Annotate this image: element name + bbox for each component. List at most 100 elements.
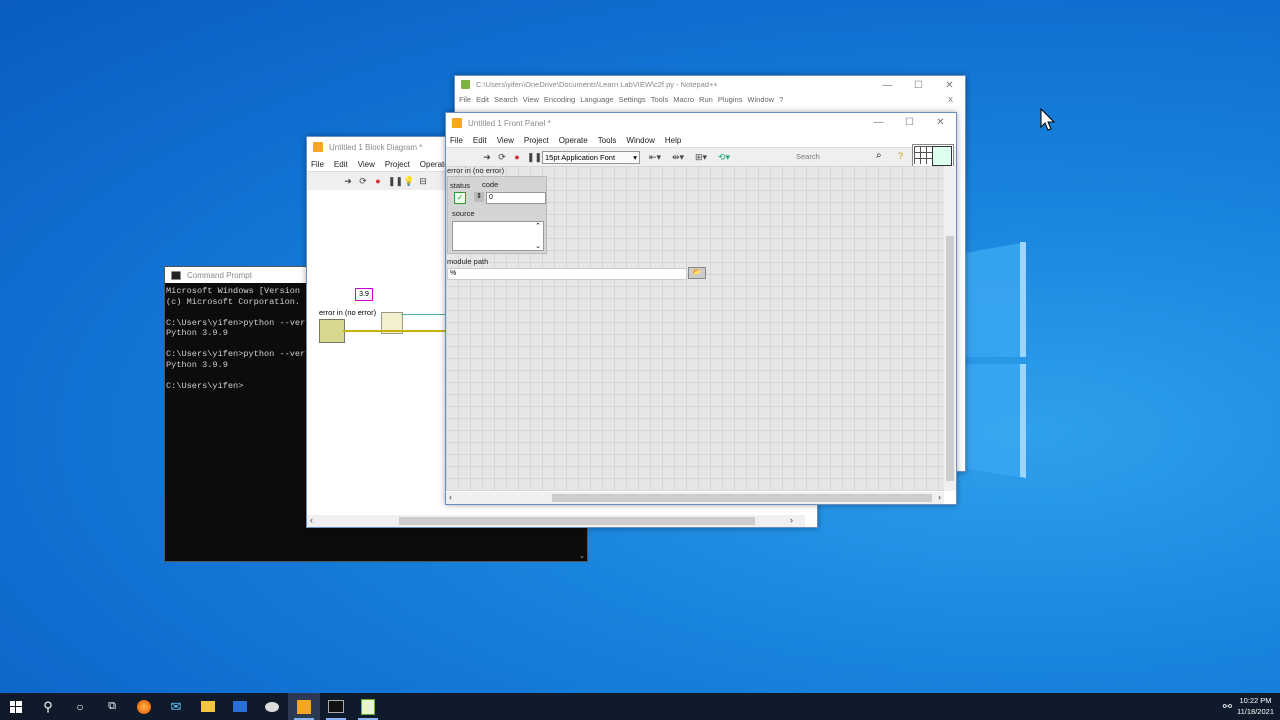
font-select[interactable]: 15pt Application Font ▾ — [542, 150, 640, 164]
close-button[interactable]: ✕ — [934, 76, 965, 96]
menu-tools[interactable]: Tools — [598, 136, 617, 145]
fp-horizontal-scrollbar[interactable]: ‹ › — [446, 492, 944, 504]
run-arrow-icon[interactable]: ➜ — [343, 176, 353, 186]
search-icon[interactable]: ⌕ — [876, 150, 882, 161]
menu-file[interactable]: File — [459, 95, 471, 104]
menu-language[interactable]: Language — [580, 95, 613, 104]
maximize-button[interactable]: ☐ — [894, 113, 925, 133]
fp-titlebar[interactable]: Untitled 1 Front Panel * — ☐ ✕ — [446, 113, 956, 133]
labview-taskbar-button[interactable] — [288, 693, 320, 720]
task-view-icon: ⧉ — [108, 700, 116, 712]
code-increment-icon[interactable]: ⇕ — [474, 192, 484, 202]
fp-vertical-scrollbar[interactable] — [944, 166, 956, 491]
distribute-objects-icon[interactable]: ⇹▾ — [669, 152, 687, 162]
clock[interactable]: 10:22 PM 11/18/2021 — [1237, 695, 1274, 717]
scroll-down-arrow-icon[interactable]: ⌄ — [579, 552, 585, 560]
mail-taskbar-button[interactable]: ✉ — [160, 693, 192, 720]
maximize-button[interactable]: ☐ — [903, 76, 934, 96]
app-taskbar-button[interactable] — [256, 693, 288, 720]
menu-run[interactable]: Run — [699, 95, 713, 104]
front-panel-window[interactable]: Untitled 1 Front Panel * — ☐ ✕ File Edit V… — [445, 112, 957, 505]
menu-view[interactable]: View — [523, 95, 539, 104]
source-textbox[interactable]: ⌃ ⌄ — [452, 221, 544, 251]
error-cluster-terminal[interactable] — [319, 319, 345, 343]
scroll-down-arrow-icon[interactable]: ⌄ — [535, 242, 541, 250]
menu-view[interactable]: View — [497, 136, 514, 145]
firefox-taskbar-button[interactable] — [128, 693, 160, 720]
menu-edit[interactable]: Edit — [473, 136, 487, 145]
run-arrow-icon[interactable]: ➜ — [482, 152, 492, 162]
taskbar: ⚲ ○ ⧉ ✉ ⚯ 10:22 PM 11/18/2021 — [0, 693, 1280, 720]
run-continuous-icon[interactable]: ⟳ — [358, 176, 368, 186]
folder-icon — [201, 701, 215, 712]
minimize-button[interactable]: — — [863, 113, 894, 133]
network-icon[interactable]: ⚯ — [1223, 700, 1232, 713]
menu-help[interactable]: ? — [779, 95, 783, 104]
menu-edit[interactable]: Edit — [334, 160, 348, 169]
pause-icon[interactable]: ❚❚ — [527, 152, 542, 162]
menu-edit[interactable]: Edit — [476, 95, 489, 104]
retain-wire-values-icon[interactable]: ⊟ — [418, 176, 428, 186]
browse-folder-icon[interactable]: 📂 — [688, 267, 706, 279]
labview-icon — [313, 142, 323, 152]
menu-macro[interactable]: Macro — [673, 95, 694, 104]
notepadpp-icon — [361, 698, 375, 715]
cortana-button[interactable]: ○ — [64, 693, 96, 720]
code-field[interactable]: 0 — [486, 192, 546, 204]
minimize-button[interactable]: — — [872, 76, 903, 96]
menu-operate[interactable]: Operate — [559, 136, 588, 145]
task-view-button[interactable]: ⧉ — [96, 693, 128, 720]
close-document-x[interactable]: X — [948, 95, 953, 104]
mail-icon: ✉ — [170, 698, 182, 714]
menu-window[interactable]: Window — [626, 136, 654, 145]
pause-icon[interactable]: ❚❚ — [388, 176, 403, 186]
menu-help[interactable]: Help — [665, 136, 681, 145]
fp-toolbar: ➜ ⟳ ● ❚❚ 15pt Application Font ▾ ⇤▾ ⇹▾ ⊞… — [446, 144, 956, 168]
menu-search[interactable]: Search — [494, 95, 518, 104]
close-button[interactable]: ✕ — [925, 113, 956, 133]
menu-file[interactable]: File — [311, 160, 324, 169]
search-input[interactable]: Search — [796, 151, 886, 162]
resize-objects-icon[interactable]: ⊞▾ — [692, 152, 710, 162]
vi-icon-pane[interactable] — [912, 144, 954, 168]
status-checkmark-icon[interactable]: ✓ — [454, 192, 466, 204]
clock-date: 11/18/2021 — [1237, 707, 1274, 716]
scroll-up-arrow-icon[interactable]: ⌃ — [535, 222, 541, 230]
notepad-icon — [461, 79, 470, 89]
search-icon: ⚲ — [43, 698, 53, 714]
menu-encoding[interactable]: Encoding — [544, 95, 575, 104]
search-button[interactable]: ⚲ — [32, 693, 64, 720]
fp-canvas[interactable]: error in (no error) status code ✓ ⇕ 0 so… — [446, 166, 944, 491]
notepad-titlebar[interactable]: C:\Users\yifen\OneDrive\Documents\Learn … — [455, 76, 965, 92]
numeric-constant[interactable]: 3.9 — [355, 288, 373, 301]
menu-settings[interactable]: Settings — [619, 95, 646, 104]
notepadpp-taskbar-button[interactable] — [352, 693, 384, 720]
module-path-field[interactable]: % — [447, 268, 687, 280]
cmd-taskbar-button[interactable] — [320, 693, 352, 720]
menu-plugins[interactable]: Plugins — [718, 95, 743, 104]
abort-icon[interactable]: ● — [373, 176, 383, 186]
mouse-cursor-icon — [1040, 108, 1056, 131]
align-objects-icon[interactable]: ⇤▾ — [646, 152, 664, 162]
menu-view[interactable]: View — [358, 160, 375, 169]
help-icon[interactable]: ? — [898, 151, 903, 161]
photos-icon — [233, 701, 247, 712]
menu-tools[interactable]: Tools — [651, 95, 669, 104]
menu-project[interactable]: Project — [385, 160, 410, 169]
error-cluster[interactable]: status code ✓ ⇕ 0 source ⌃ ⌄ — [447, 176, 547, 254]
labview-icon — [452, 118, 462, 128]
reorder-icon[interactable]: ⟲▾ — [715, 152, 733, 162]
run-continuous-icon[interactable]: ⟳ — [497, 152, 507, 162]
file-explorer-taskbar-button[interactable] — [192, 693, 224, 720]
photos-taskbar-button[interactable] — [224, 693, 256, 720]
menu-project[interactable]: Project — [524, 136, 549, 145]
windows-logo-wallpaper — [960, 242, 1026, 478]
start-button[interactable] — [0, 693, 32, 720]
cmd-title: Command Prompt — [187, 270, 252, 280]
bd-horizontal-scrollbar[interactable]: ‹ › — [307, 515, 805, 527]
menu-window[interactable]: Window — [747, 95, 774, 104]
highlight-execution-icon[interactable]: 💡 — [403, 176, 414, 186]
error-cluster-label: error in (no error) — [447, 166, 505, 175]
abort-icon[interactable]: ● — [512, 152, 522, 162]
menu-file[interactable]: File — [450, 136, 463, 145]
